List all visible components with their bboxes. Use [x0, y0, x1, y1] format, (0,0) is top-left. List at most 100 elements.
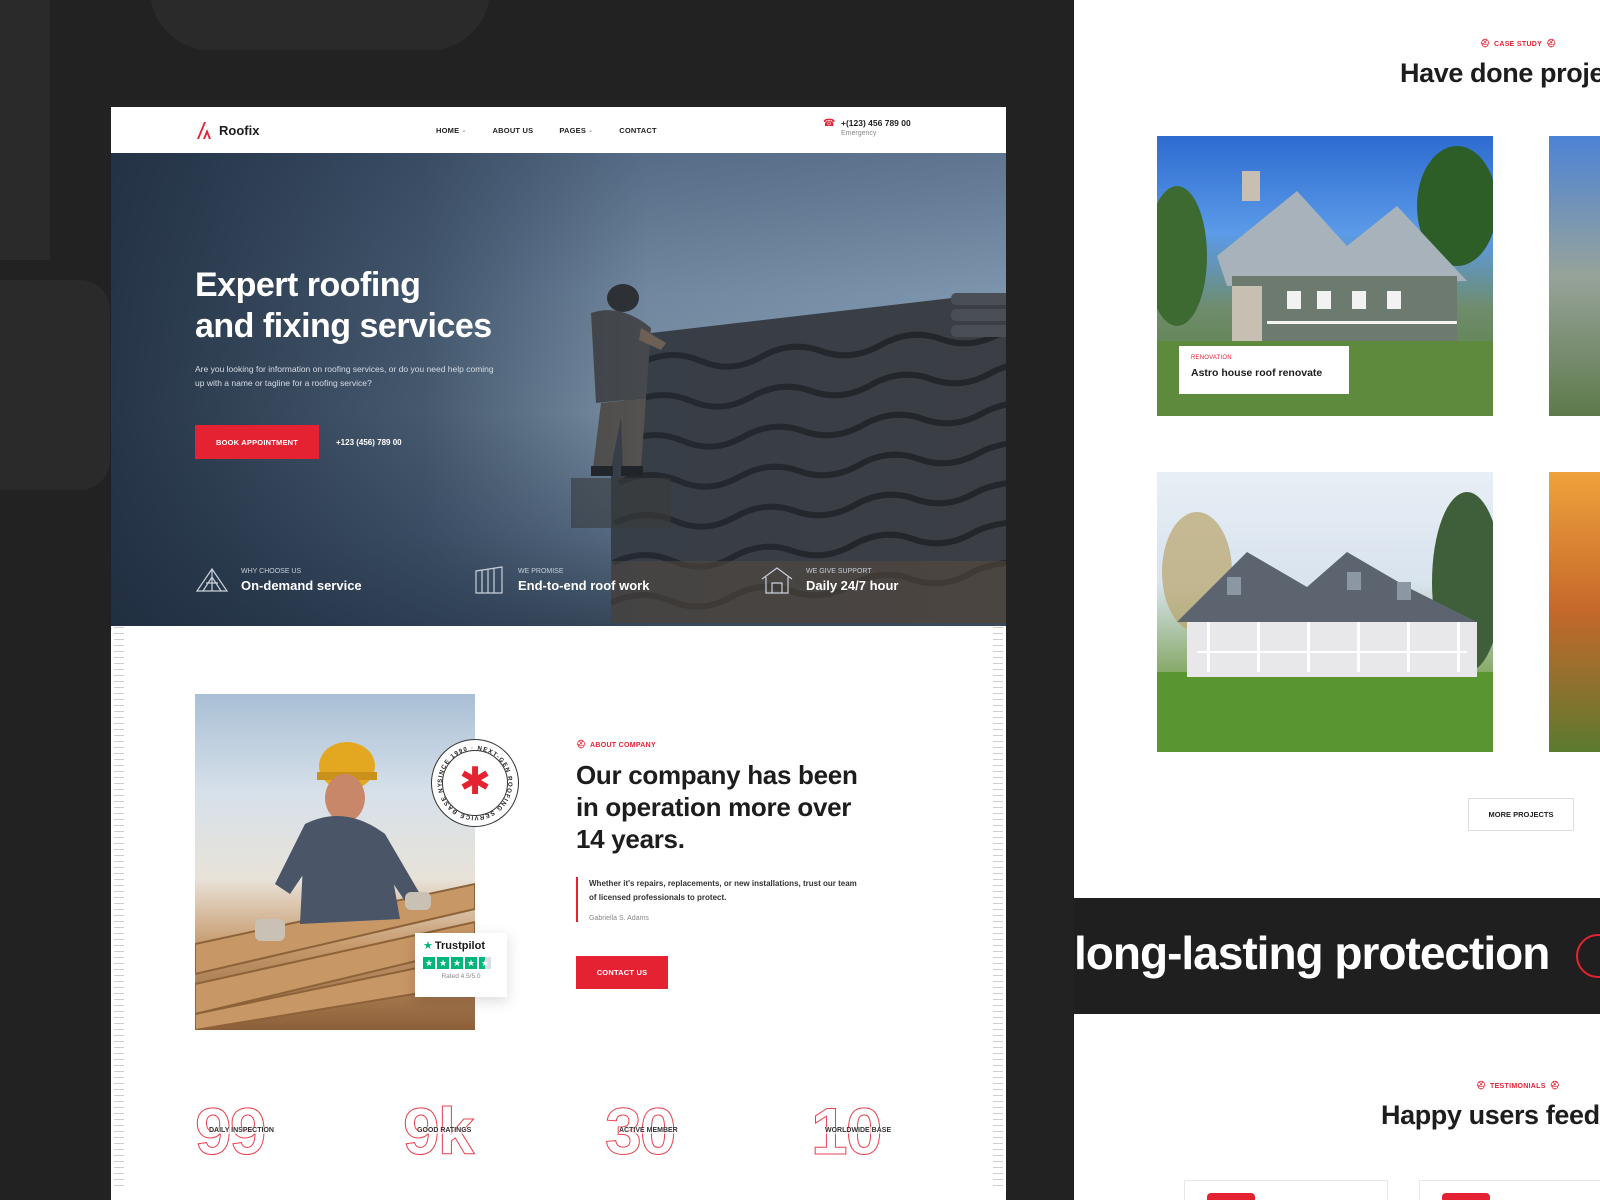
marquee-band: long-lasting protection [1074, 898, 1600, 1014]
ruler-decoration [993, 627, 1003, 1187]
stat-item: 99 DAILY INSPECTION [195, 1097, 305, 1167]
stat-label: ACTIVE MEMBER [619, 1127, 678, 1134]
more-projects-button[interactable]: MORE PROJECTS [1468, 798, 1574, 831]
roofix-logo-icon [197, 122, 211, 139]
background-glyph [0, 280, 110, 490]
project-name: Astro house roof renovate [1191, 367, 1323, 379]
star-icon: ★ [465, 957, 477, 969]
main-menu: HOME ⌄ ABOUT US PAGES ⌄ CONTACT [436, 107, 657, 153]
inner-page-preview: ⛑ CASE STUDY ⛑ Have done proje RENOVATIO… [1074, 0, 1600, 1200]
roof-truss-icon [195, 567, 229, 592]
menu-item-about[interactable]: ABOUT US [493, 126, 534, 135]
star-icon: ★ [437, 957, 449, 969]
emergency-phone[interactable]: ☎ +(123) 456 789 00 Emergency [823, 118, 911, 137]
brand-name: Roofix [219, 122, 260, 138]
stat-label: GOOD RATINGS [417, 1127, 472, 1134]
ruler-decoration [114, 627, 124, 1187]
section-eyebrow: ⛑ ABOUT COMPANY [576, 741, 656, 749]
stat-item: 10 WORLDWIDE BASE [811, 1097, 921, 1167]
project-card[interactable] [1157, 472, 1493, 752]
hero-section: Expert roofing and fixing services Are y… [111, 153, 1006, 626]
menu-item-pages[interactable]: PAGES ⌄ [559, 126, 593, 135]
since-1990-badge: SINCE 1990 · NEXT-GEN ROOFING SERVICE BA… [431, 739, 519, 827]
project-card[interactable]: RENOVATION Astro house roof renovate [1157, 136, 1493, 416]
phone-icon: ☎ [823, 118, 836, 129]
roofix-logo-icon [1576, 934, 1600, 978]
feature-label: WHY CHOOSE US [241, 567, 302, 575]
trustpilot-rating-stars: ★ ★ ★ ★ ★ [423, 957, 499, 969]
feature-title: Daily 24/7 hour [806, 577, 899, 593]
about-quote: Whether it's repairs, replacements, or n… [576, 877, 866, 922]
feature-title: End-to-end roof work [518, 577, 650, 593]
menu-item-home[interactable]: HOME ⌄ [436, 126, 467, 135]
hero-phone-link[interactable]: +123 (456) 789 00 [336, 438, 402, 447]
roofer-icon: ⛑ [576, 740, 587, 749]
roofer-icon: ⛑ [1476, 1081, 1487, 1090]
chevron-down-icon: ⌄ [461, 127, 467, 134]
marquee-text: long-lasting protection [1074, 927, 1550, 979]
testimonial-card [1184, 1180, 1388, 1200]
stat-label: DAILY INSPECTION [209, 1127, 274, 1134]
trustpilot-widget[interactable]: ★ Trustpilot ★ ★ ★ ★ ★ Rated 4.5/5.0 [415, 933, 507, 997]
stat-label: WORLDWIDE BASE [825, 1127, 892, 1134]
hero-description: Are you looking for information on roofi… [195, 364, 494, 388]
trustpilot-name: Trustpilot [434, 939, 485, 952]
testimonials-title: Happy users feed [1381, 1100, 1600, 1130]
hero-features: WHY CHOOSE US On-demand service WE PROMI… [195, 565, 975, 605]
hero-title-line: and fixing services [195, 307, 492, 345]
feature-title: On-demand service [241, 577, 362, 593]
phone-caption: Emergency [841, 130, 877, 137]
feature-item: WE PROMISE End-to-end roof work [472, 565, 649, 595]
feature-item: WHY CHOOSE US On-demand service [195, 565, 362, 595]
feature-label: WE GIVE SUPPORT [806, 567, 872, 575]
project-card-partial[interactable] [1549, 136, 1600, 416]
hero-title-line: Expert roofing [195, 266, 421, 304]
trustpilot-star-icon: ★ [423, 940, 433, 952]
testimonial-card [1419, 1180, 1600, 1200]
stat-item: 9k GOOD RATINGS [403, 1097, 513, 1167]
contact-us-button[interactable]: CONTACT US [576, 956, 668, 989]
project-category: RENOVATION [1191, 355, 1232, 361]
roofer-icon: ⛑ [1480, 39, 1491, 48]
quote-text: Whether it's repairs, replacements, or n… [589, 879, 857, 902]
phone-number: +(123) 456 789 00 [841, 118, 911, 128]
feature-item: WE GIVE SUPPORT Daily 24/7 hour [760, 565, 898, 595]
feature-label: WE PROMISE [518, 567, 564, 575]
background-glyph [0, 0, 50, 260]
section-eyebrow: ⛑ CASE STUDY ⛑ [1480, 40, 1556, 48]
chevron-down-icon: ⌄ [588, 127, 594, 134]
menu-item-contact[interactable]: CONTACT [619, 126, 657, 135]
trustpilot-rating: Rated 4.5/5.0 [441, 973, 481, 980]
stat-item: 30 ACTIVE MEMBER [605, 1097, 715, 1167]
about-title: Our company has been in operation more o… [576, 760, 858, 854]
roofer-icon: ⛑ [1549, 1081, 1561, 1090]
menu-label: PAGES [559, 125, 587, 135]
section-eyebrow: ⛑ TESTIMONIALS ⛑ [1476, 1082, 1560, 1090]
menu-label: HOME [436, 125, 460, 135]
testimonial-tag [1207, 1193, 1255, 1200]
star-half-icon: ★ [479, 957, 491, 969]
menu-label: CONTACT [619, 125, 657, 135]
hero-title: Expert roofing and fixing services [195, 265, 555, 347]
menu-label: ABOUT US [492, 125, 534, 135]
background-glyph [150, 0, 490, 50]
eyebrow-label: ABOUT COMPANY [590, 741, 656, 749]
star-icon: ★ [451, 957, 463, 969]
trustpilot-brand: ★ Trustpilot [423, 939, 499, 953]
quote-author: Gabriella S. Adams [589, 915, 649, 922]
navbar: Roofix HOME ⌄ ABOUT US PAGES ⌄ CONTACT ☎ +… [111, 107, 1006, 153]
house-photo-image [1157, 492, 1493, 752]
testimonial-tag [1442, 1193, 1490, 1200]
roofer-icon: ⛑ [1546, 39, 1557, 48]
book-appointment-button[interactable]: BOOK APPOINTMENT [195, 425, 319, 459]
projects-title: Have done proje [1400, 58, 1600, 88]
asterisk-icon: ✱ [459, 761, 491, 803]
house-frame-icon [761, 567, 793, 594]
landing-page-mockup: Roofix HOME ⌄ ABOUT US PAGES ⌄ CONTACT ☎ +… [111, 107, 1006, 1200]
project-card-partial[interactable] [1549, 472, 1600, 752]
logo[interactable]: Roofix [195, 120, 259, 140]
eyebrow-label: CASE STUDY [1494, 40, 1543, 48]
eyebrow-label: TESTIMONIALS [1490, 1082, 1546, 1090]
star-icon: ★ [423, 957, 435, 969]
project-caption: RENOVATION Astro house roof renovate [1179, 346, 1349, 394]
